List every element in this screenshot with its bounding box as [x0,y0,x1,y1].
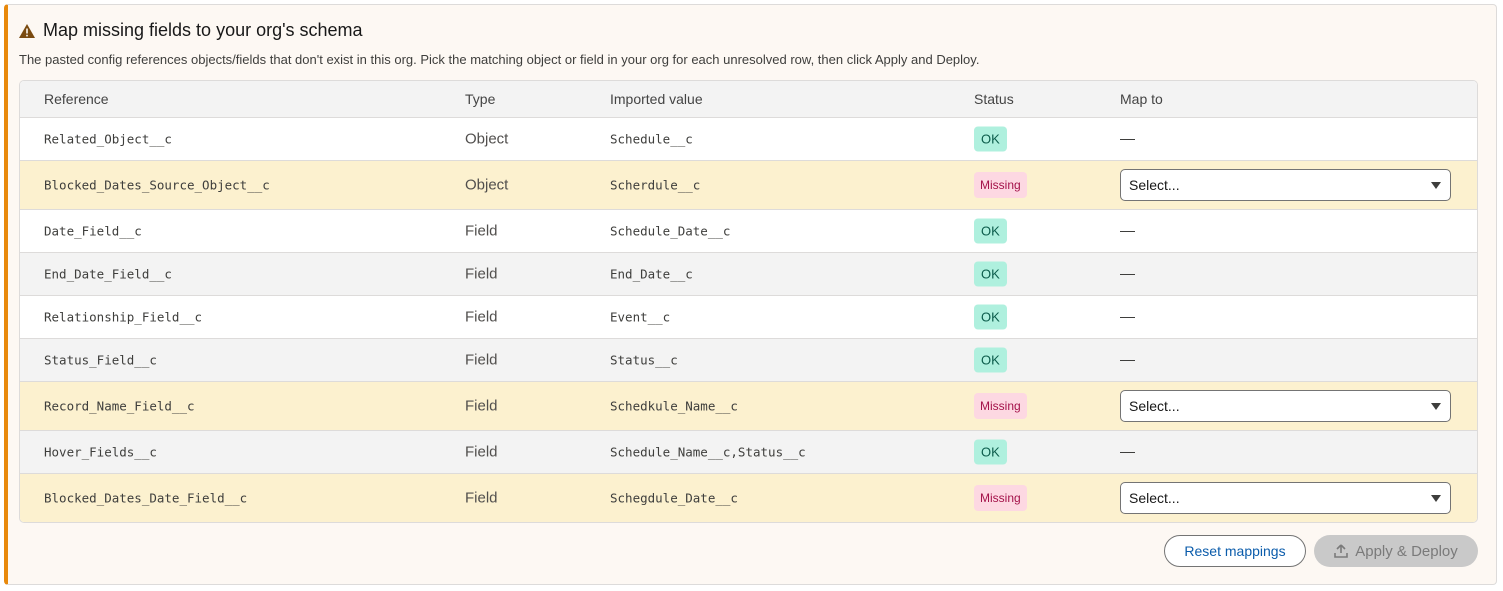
type-cell: Field [465,489,498,507]
select-value: Select... [1129,490,1180,506]
table-row: Blocked_Dates_Source_Object__c Object Sc… [20,161,1477,210]
reference-cell: Blocked_Dates_Source_Object__c [44,177,270,193]
map-to-select[interactable]: Select... [1120,169,1451,201]
imported-value-cell: Schedule_Name__c,Status__c [610,444,806,460]
status-badge: Missing [974,393,1027,419]
status-badge: OK [974,347,1007,373]
type-cell: Field [465,351,498,369]
reference-cell: Related_Object__c [44,131,172,147]
chevron-down-icon [1431,403,1441,410]
map-to-select[interactable]: Select... [1120,482,1451,514]
table-row: Date_Field__c Field Schedule_Date__c OK … [20,210,1477,253]
status-badge: OK [974,261,1007,287]
type-cell: Field [465,222,498,240]
table-row: Status_Field__c Field Status__c OK — [20,339,1477,382]
table-row: End_Date_Field__c Field End_Date__c OK — [20,253,1477,296]
map-to-cell: — [1120,130,1135,148]
type-cell: Object [465,176,509,194]
reference-cell: Status_Field__c [44,352,157,368]
column-header-reference: Reference [44,91,109,107]
imported-value-cell: Scherdule__c [610,177,701,193]
warning-icon [19,23,35,38]
status-badge: OK [974,218,1007,244]
imported-value-cell: Event__c [610,309,671,325]
reference-cell: Record_Name_Field__c [44,398,195,414]
column-header-status: Status [974,91,1014,107]
type-cell: Field [465,265,498,283]
map-to-cell: — [1120,222,1135,240]
reference-cell: End_Date_Field__c [44,266,172,282]
reset-mappings-button[interactable]: Reset mappings [1164,535,1306,567]
panel-header: Map missing fields to your org's schema [18,20,363,41]
type-cell: Field [465,443,498,461]
map-to-cell: — [1120,443,1135,461]
table-row: Record_Name_Field__c Field Schedkule_Nam… [20,382,1477,431]
column-header-imported-value: Imported value [610,91,703,107]
table-row: Blocked_Dates_Date_Field__c Field Schegd… [20,474,1477,522]
map-to-cell: — [1120,351,1135,369]
apply-deploy-label: Apply & Deploy [1355,542,1458,560]
imported-value-cell: Schedkule_Name__c [610,398,738,414]
status-badge: OK [974,439,1007,465]
panel-title: Map missing fields to your org's schema [43,20,363,40]
imported-value-cell: Schedule_Date__c [610,223,731,239]
imported-value-cell: Schedule__c [610,131,693,147]
reference-cell: Relationship_Field__c [44,309,203,325]
status-badge: OK [974,126,1007,152]
table-row: Related_Object__c Object Schedule__c OK … [20,118,1477,161]
type-cell: Object [465,130,509,148]
map-to-cell: — [1120,265,1135,283]
chevron-down-icon [1431,182,1441,189]
table-header: Reference Type Imported value Status Map… [20,81,1477,118]
imported-value-cell: Schegdule_Date__c [610,490,738,506]
table-row: Relationship_Field__c Field Event__c OK … [20,296,1477,339]
imported-value-cell: End_Date__c [610,266,693,282]
reference-cell: Date_Field__c [44,223,142,239]
status-badge: OK [974,304,1007,330]
select-value: Select... [1129,398,1180,414]
chevron-down-icon [1431,495,1441,502]
mapping-table: Reference Type Imported value Status Map… [19,80,1478,523]
type-cell: Field [465,308,498,326]
panel-description: The pasted config references objects/fie… [19,52,980,67]
type-cell: Field [465,397,498,415]
reference-cell: Hover_Fields__c [44,444,157,460]
status-badge: Missing [974,485,1027,511]
imported-value-cell: Status__c [610,352,678,368]
reference-cell: Blocked_Dates_Date_Field__c [44,490,248,506]
map-to-cell: — [1120,308,1135,326]
table-row: Hover_Fields__c Field Schedule_Name__c,S… [20,431,1477,474]
apply-deploy-button[interactable]: Apply & Deploy [1314,535,1478,567]
column-header-map-to: Map to [1120,91,1163,107]
map-to-select[interactable]: Select... [1120,390,1451,422]
status-badge: Missing [974,172,1027,198]
select-value: Select... [1129,177,1180,193]
upload-icon [1334,544,1349,558]
column-header-type: Type [465,91,496,107]
